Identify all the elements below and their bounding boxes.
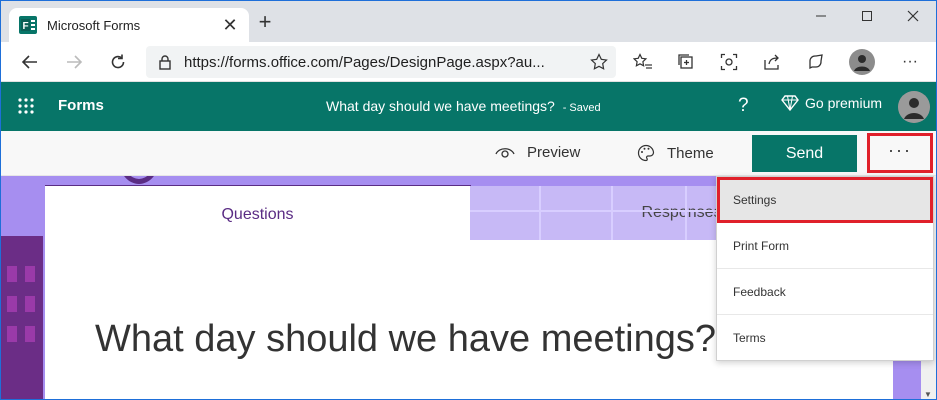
responses-tab-pattern (685, 186, 687, 240)
forms-favicon-icon: F (19, 16, 37, 34)
browser-tab[interactable]: F Microsoft Forms ✕ (9, 8, 249, 42)
more-options-button[interactable]: ··· (867, 133, 933, 173)
document-title: What day should we have meetings? - Save… (326, 98, 601, 114)
menu-item-settings[interactable]: Settings (717, 177, 933, 223)
app-name[interactable]: Forms (58, 97, 104, 114)
saved-status: - Saved (562, 102, 601, 114)
url-text: https://forms.office.com/Pages/DesignPag… (184, 53, 545, 71)
share-icon (764, 54, 779, 70)
decoration-window (25, 296, 35, 312)
theme-decoration-building (1, 236, 43, 399)
star-icon[interactable] (590, 53, 608, 71)
screenshot-icon (720, 53, 738, 71)
scroll-down-icon[interactable]: ▼ (924, 390, 932, 399)
refresh-icon (111, 54, 125, 69)
go-premium-label: Go premium (805, 95, 883, 111)
help-button[interactable]: ? (738, 95, 749, 117)
more-options-menu: Settings Print Form Feedback Terms (716, 176, 934, 361)
address-bar[interactable]: https://forms.office.com/Pages/DesignPag… (146, 46, 616, 78)
decoration-window (7, 296, 17, 312)
responses-tab-pattern (611, 186, 613, 240)
document-title-text: What day should we have meetings? (326, 98, 555, 114)
feedback-button[interactable] (801, 47, 831, 77)
collections-icon (678, 54, 693, 69)
tab-strip: F Microsoft Forms ✕ + (1, 1, 936, 42)
favorites-button[interactable] (628, 47, 658, 77)
lock-icon (159, 55, 171, 70)
diamond-icon (781, 95, 799, 111)
more-options-icon: ··· (888, 140, 912, 160)
eye-icon (495, 147, 515, 158)
close-icon (907, 10, 919, 22)
waffle-icon[interactable] (17, 97, 35, 115)
theme-label: Theme (667, 144, 714, 162)
forms-app-bar: Forms What day should we have meetings? … (1, 82, 936, 131)
favorites-icon (633, 53, 652, 69)
feedback-icon (809, 54, 823, 70)
user-avatar[interactable] (898, 91, 930, 123)
tab-title: Microsoft Forms (47, 17, 141, 33)
theme-decoration-circle (119, 176, 159, 184)
form-title[interactable]: What day should we have meetings? (95, 318, 716, 361)
back-icon (21, 55, 37, 69)
decoration-window (7, 326, 17, 342)
svg-text:F: F (23, 21, 29, 32)
responses-tab-pattern (539, 186, 541, 240)
browser-toolbar: https://forms.office.com/Pages/DesignPag… (1, 42, 936, 82)
collections-button[interactable] (671, 47, 701, 77)
close-window-button[interactable] (890, 1, 936, 31)
refresh-button[interactable] (103, 47, 133, 77)
profile-avatar-icon (849, 49, 875, 75)
profile-button[interactable] (847, 47, 877, 77)
new-tab-button[interactable]: + (255, 11, 275, 33)
minimize-icon (816, 15, 826, 17)
tab-questions[interactable]: Questions (45, 190, 470, 240)
forward-button[interactable] (59, 47, 89, 77)
menu-item-terms[interactable]: Terms (717, 315, 933, 361)
back-button[interactable] (15, 47, 45, 77)
go-premium-button[interactable]: Go premium (781, 95, 882, 111)
preview-label: Preview (527, 144, 581, 161)
command-bar: Preview Theme Send ··· (1, 131, 936, 176)
maximize-button[interactable] (844, 1, 890, 31)
share-button[interactable] (757, 47, 787, 77)
theme-button[interactable]: Theme (637, 144, 714, 162)
browser-menu-button[interactable]: ··· (895, 47, 925, 77)
avatar-icon (898, 91, 930, 123)
screenshot-button[interactable] (714, 47, 744, 77)
decoration-window (7, 266, 17, 282)
preview-button[interactable]: Preview (495, 144, 580, 161)
browser-window: F Microsoft Forms ✕ + https://forms.offi… (0, 0, 937, 400)
maximize-icon (862, 11, 872, 21)
decoration-window (25, 326, 35, 342)
close-tab-icon[interactable]: ✕ (221, 16, 239, 34)
send-button[interactable]: Send (752, 135, 857, 172)
decoration-window (25, 266, 35, 282)
minimize-button[interactable] (798, 1, 844, 31)
menu-item-print-form[interactable]: Print Form (717, 223, 933, 269)
menu-item-feedback[interactable]: Feedback (717, 269, 933, 315)
forward-icon (67, 55, 83, 69)
palette-icon (637, 144, 655, 162)
